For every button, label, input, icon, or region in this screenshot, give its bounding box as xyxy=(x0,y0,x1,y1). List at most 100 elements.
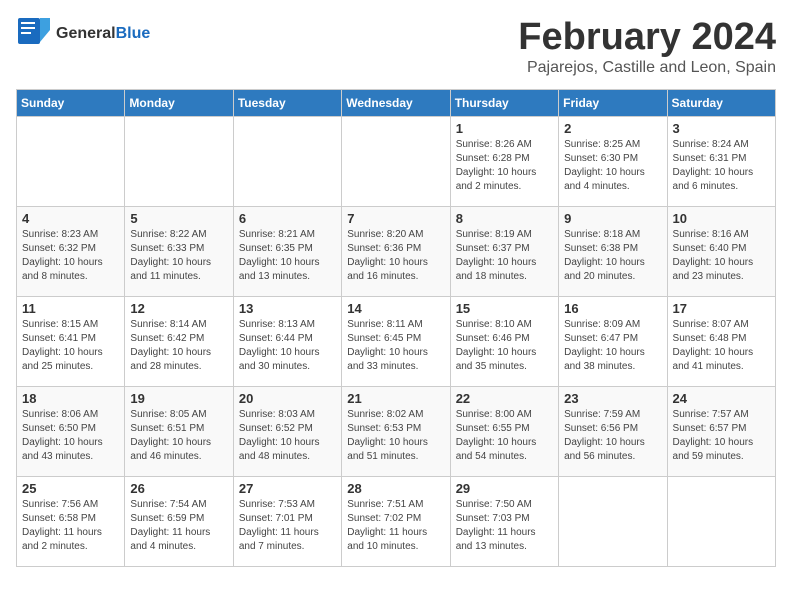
calendar-cell: 27 Sunrise: 7:53 AM Sunset: 7:01 PM Dayli… xyxy=(233,477,341,567)
month-title: February 2024 xyxy=(518,16,776,59)
day-info: Sunrise: 7:53 AM Sunset: 7:01 PM Dayligh… xyxy=(239,498,336,554)
day-info: Sunrise: 8:07 AM Sunset: 6:48 PM Dayligh… xyxy=(673,318,770,374)
day-number: 19 xyxy=(130,391,227,406)
day-number: 27 xyxy=(239,481,336,496)
day-info: Sunrise: 7:54 AM Sunset: 6:59 PM Dayligh… xyxy=(130,498,227,554)
calendar-cell: 24Sunrise: 7:57 AM Sunset: 6:57 PM Dayli… xyxy=(667,387,775,477)
calendar-cell: 18Sunrise: 8:06 AM Sunset: 6:50 PM Dayli… xyxy=(17,387,125,477)
calendar-cell: 14 Sunrise: 8:11 AM Sunset: 6:45 PM Dayli… xyxy=(342,297,450,387)
day-info: Sunrise: 8:03 AM Sunset: 6:52 PM Dayligh… xyxy=(239,408,336,464)
logo: GeneralBlue xyxy=(16,16,150,52)
calendar-cell: 26 Sunrise: 7:54 AM Sunset: 6:59 PM Dayli… xyxy=(125,477,233,567)
calendar-cell: 19 Sunrise: 8:05 AM Sunset: 6:51 PM Dayli… xyxy=(125,387,233,477)
day-number: 25 xyxy=(22,481,119,496)
weekday-row: SundayMondayTuesdayWednesdayThursdayFrid… xyxy=(17,90,776,117)
calendar-cell: 4 Sunrise: 8:23 AM Sunset: 6:32 PM Daylig… xyxy=(17,207,125,297)
day-info: Sunrise: 7:59 AM Sunset: 6:56 PM Dayligh… xyxy=(564,408,661,464)
day-info: Sunrise: 8:23 AM Sunset: 6:32 PM Dayligh… xyxy=(22,228,119,284)
location-title: Pajarejos, Castille and Leon, Spain xyxy=(518,59,776,77)
day-number: 20 xyxy=(239,391,336,406)
day-number: 28 xyxy=(347,481,444,496)
calendar-cell: 8Sunrise: 8:19 AM Sunset: 6:37 PM Daylig… xyxy=(450,207,558,297)
weekday-header: Thursday xyxy=(450,90,558,117)
day-number: 15 xyxy=(456,301,553,316)
calendar-cell: 7 Sunrise: 8:20 AM Sunset: 6:36 PM Daylig… xyxy=(342,207,450,297)
day-info: Sunrise: 7:51 AM Sunset: 7:02 PM Dayligh… xyxy=(347,498,444,554)
logo-blue: Blue xyxy=(116,25,151,42)
calendar-cell: 15 Sunrise: 8:10 AM Sunset: 6:46 PM Dayli… xyxy=(450,297,558,387)
weekday-header: Saturday xyxy=(667,90,775,117)
day-number: 13 xyxy=(239,301,336,316)
day-number: 6 xyxy=(239,211,336,226)
day-info: Sunrise: 8:22 AM Sunset: 6:33 PM Dayligh… xyxy=(130,228,227,284)
calendar-week-row: 25 Sunrise: 7:56 AM Sunset: 6:58 PM Dayli… xyxy=(17,477,776,567)
calendar-cell: 2 Sunrise: 8:25 AM Sunset: 6:30 PM Daylig… xyxy=(559,117,667,207)
day-number: 11 xyxy=(22,301,119,316)
day-number: 7 xyxy=(347,211,444,226)
logo-general: General xyxy=(56,25,116,42)
calendar-week-row: 4 Sunrise: 8:23 AM Sunset: 6:32 PM Daylig… xyxy=(17,207,776,297)
day-info: Sunrise: 8:05 AM Sunset: 6:51 PM Dayligh… xyxy=(130,408,227,464)
calendar-cell: 6 Sunrise: 8:21 AM Sunset: 6:35 PM Daylig… xyxy=(233,207,341,297)
calendar-cell: 25 Sunrise: 7:56 AM Sunset: 6:58 PM Dayli… xyxy=(17,477,125,567)
calendar-cell: 21Sunrise: 8:02 AM Sunset: 6:53 PM Dayli… xyxy=(342,387,450,477)
day-number: 23 xyxy=(564,391,661,406)
calendar-cell: 1 Sunrise: 8:26 AM Sunset: 6:28 PM Daylig… xyxy=(450,117,558,207)
day-info: Sunrise: 8:18 AM Sunset: 6:38 PM Dayligh… xyxy=(564,228,661,284)
day-info: Sunrise: 8:09 AM Sunset: 6:47 PM Dayligh… xyxy=(564,318,661,374)
calendar-cell xyxy=(125,117,233,207)
calendar-cell: 12Sunrise: 8:14 AM Sunset: 6:42 PM Dayli… xyxy=(125,297,233,387)
day-number: 16 xyxy=(564,301,661,316)
calendar-cell: 5 Sunrise: 8:22 AM Sunset: 6:33 PM Daylig… xyxy=(125,207,233,297)
day-number: 4 xyxy=(22,211,119,226)
day-number: 2 xyxy=(564,121,661,136)
day-info: Sunrise: 8:00 AM Sunset: 6:55 PM Dayligh… xyxy=(456,408,553,464)
calendar-week-row: 18Sunrise: 8:06 AM Sunset: 6:50 PM Dayli… xyxy=(17,387,776,477)
calendar-cell: 11 Sunrise: 8:15 AM Sunset: 6:41 PM Dayli… xyxy=(17,297,125,387)
day-number: 8 xyxy=(456,211,553,226)
day-info: Sunrise: 8:13 AM Sunset: 6:44 PM Dayligh… xyxy=(239,318,336,374)
calendar-cell xyxy=(233,117,341,207)
calendar-cell xyxy=(342,117,450,207)
day-number: 17 xyxy=(673,301,770,316)
day-info: Sunrise: 8:26 AM Sunset: 6:28 PM Dayligh… xyxy=(456,138,553,194)
day-number: 14 xyxy=(347,301,444,316)
calendar-cell xyxy=(559,477,667,567)
day-info: Sunrise: 7:56 AM Sunset: 6:58 PM Dayligh… xyxy=(22,498,119,554)
calendar-cell: 22Sunrise: 8:00 AM Sunset: 6:55 PM Dayli… xyxy=(450,387,558,477)
day-info: Sunrise: 8:14 AM Sunset: 6:42 PM Dayligh… xyxy=(130,318,227,374)
day-info: Sunrise: 8:21 AM Sunset: 6:35 PM Dayligh… xyxy=(239,228,336,284)
day-number: 1 xyxy=(456,121,553,136)
page-header: GeneralBlue February 2024 Pajarejos, Cas… xyxy=(16,16,776,77)
day-info: Sunrise: 8:02 AM Sunset: 6:53 PM Dayligh… xyxy=(347,408,444,464)
weekday-header: Tuesday xyxy=(233,90,341,117)
calendar-cell: 16 Sunrise: 8:09 AM Sunset: 6:47 PM Dayli… xyxy=(559,297,667,387)
logo-icon xyxy=(16,16,52,52)
calendar-table: SundayMondayTuesdayWednesdayThursdayFrid… xyxy=(16,89,776,567)
day-number: 5 xyxy=(130,211,227,226)
day-number: 18 xyxy=(22,391,119,406)
day-info: Sunrise: 8:10 AM Sunset: 6:46 PM Dayligh… xyxy=(456,318,553,374)
calendar-week-row: 11 Sunrise: 8:15 AM Sunset: 6:41 PM Dayli… xyxy=(17,297,776,387)
day-info: Sunrise: 8:25 AM Sunset: 6:30 PM Dayligh… xyxy=(564,138,661,194)
day-number: 9 xyxy=(564,211,661,226)
day-info: Sunrise: 8:24 AM Sunset: 6:31 PM Dayligh… xyxy=(673,138,770,194)
day-number: 26 xyxy=(130,481,227,496)
calendar-cell: 29Sunrise: 7:50 AM Sunset: 7:03 PM Dayli… xyxy=(450,477,558,567)
calendar-cell: 3Sunrise: 8:24 AM Sunset: 6:31 PM Daylig… xyxy=(667,117,775,207)
day-info: Sunrise: 8:11 AM Sunset: 6:45 PM Dayligh… xyxy=(347,318,444,374)
weekday-header: Sunday xyxy=(17,90,125,117)
day-info: Sunrise: 8:15 AM Sunset: 6:41 PM Dayligh… xyxy=(22,318,119,374)
calendar-cell: 20 Sunrise: 8:03 AM Sunset: 6:52 PM Dayli… xyxy=(233,387,341,477)
calendar-cell xyxy=(667,477,775,567)
day-number: 10 xyxy=(673,211,770,226)
calendar-cell: 9 Sunrise: 8:18 AM Sunset: 6:38 PM Daylig… xyxy=(559,207,667,297)
weekday-header: Friday xyxy=(559,90,667,117)
calendar-cell: 10Sunrise: 8:16 AM Sunset: 6:40 PM Dayli… xyxy=(667,207,775,297)
weekday-header: Monday xyxy=(125,90,233,117)
title-block: February 2024 Pajarejos, Castille and Le… xyxy=(518,16,776,77)
calendar-cell: 23 Sunrise: 7:59 AM Sunset: 6:56 PM Dayli… xyxy=(559,387,667,477)
calendar-header: SundayMondayTuesdayWednesdayThursdayFrid… xyxy=(17,90,776,117)
day-info: Sunrise: 8:20 AM Sunset: 6:36 PM Dayligh… xyxy=(347,228,444,284)
day-info: Sunrise: 7:57 AM Sunset: 6:57 PM Dayligh… xyxy=(673,408,770,464)
